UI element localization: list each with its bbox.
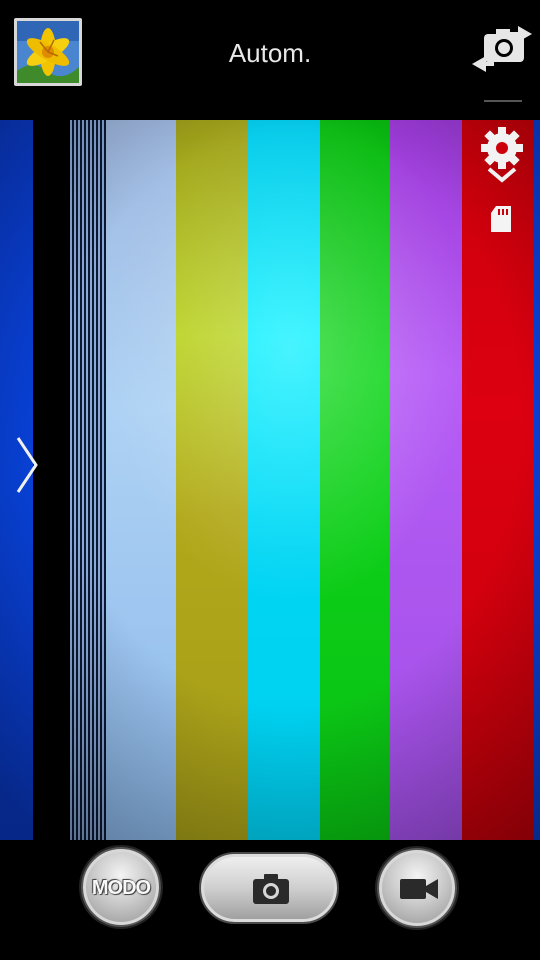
color-bar-lightblue: [106, 120, 176, 840]
color-bar-yellow: [176, 120, 248, 840]
video-camera-icon: [400, 879, 438, 899]
mode-button-label: MODO: [91, 877, 151, 899]
color-bar-green: [320, 120, 390, 840]
divider: [484, 100, 522, 102]
camera-viewfinder[interactable]: [0, 120, 540, 840]
sd-card-icon: [489, 206, 513, 234]
mode-button[interactable]: MODO: [81, 847, 161, 927]
scene-mode-label[interactable]: Autom.: [0, 38, 540, 69]
switch-camera-icon[interactable]: [470, 24, 534, 78]
chevron-right-icon[interactable]: [14, 436, 40, 494]
camera-icon: [253, 874, 289, 904]
settings-gear-icon[interactable]: [478, 124, 526, 172]
color-bar-purple: [390, 120, 462, 840]
line-pattern: [70, 120, 106, 840]
color-bar-blue-right: [534, 120, 540, 840]
top-bar: Autom.: [0, 0, 540, 120]
bottom-controls: MODO: [0, 840, 540, 960]
video-record-button[interactable]: [377, 848, 457, 928]
shutter-button[interactable]: [199, 852, 339, 924]
chevron-down-icon[interactable]: [486, 166, 518, 184]
color-bar-cyan: [248, 120, 320, 840]
